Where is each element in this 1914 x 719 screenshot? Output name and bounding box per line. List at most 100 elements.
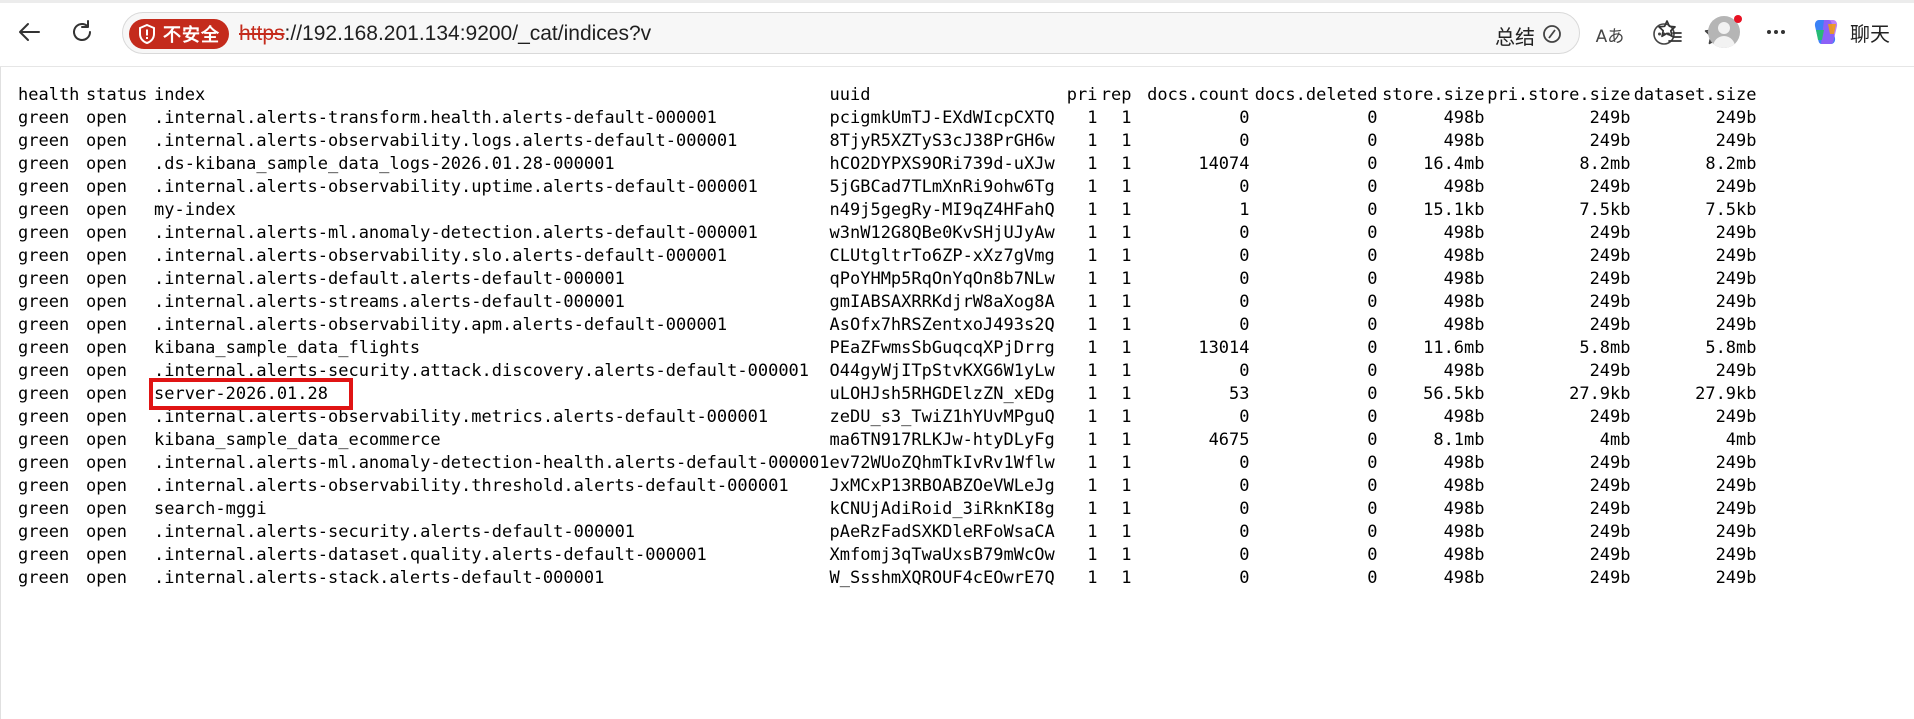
table-header-row: health status index uuid pri rep docs.co… <box>18 84 1757 107</box>
cell-status: open <box>86 545 127 565</box>
cell-pri-store-size: 249b <box>1589 361 1631 381</box>
address-bar[interactable]: 不安全 https://192.168.201.134:9200/_cat/in… <box>122 12 1728 54</box>
cell-index: .ds-kibana_sample_data_logs-2026.01.28-0… <box>154 154 615 174</box>
table-row: green open kibana_sample_data_ecommerce ma6… <box>18 429 1757 452</box>
cell-status: open <box>86 338 127 358</box>
cell-pri: 1 <box>1087 430 1098 450</box>
cell-docs-deleted: 0 <box>1367 315 1378 335</box>
cell-pri-store-size: 249b <box>1589 246 1631 266</box>
cell-index: .internal.alerts-observability.threshold… <box>154 476 789 496</box>
header-index: index <box>154 85 206 105</box>
cell-store-size: 498b <box>1443 476 1485 496</box>
settings-more-button[interactable] <box>1758 14 1794 50</box>
cell-pri: 1 <box>1087 246 1098 266</box>
cell-pri-store-size: 249b <box>1589 407 1631 427</box>
shield-warning-icon <box>137 24 157 44</box>
cell-docs-count: 13014 <box>1198 338 1250 358</box>
cell-rep: 1 <box>1121 361 1132 381</box>
cell-pri: 1 <box>1087 476 1098 496</box>
cell-index: .internal.alerts-streams.alerts-default-… <box>154 292 625 312</box>
cell-store-size: 498b <box>1443 407 1485 427</box>
favorites-button[interactable] <box>1652 14 1688 50</box>
cell-status: open <box>86 568 127 588</box>
cell-dataset-size: 249b <box>1715 177 1757 197</box>
cell-uuid: ev72WUoZQhmTkIvRv1Wflw <box>829 453 1055 473</box>
url-scheme: https <box>239 22 285 45</box>
cell-dataset-size: 249b <box>1715 246 1757 266</box>
cell-pri: 1 <box>1087 200 1098 220</box>
table-row: green open kibana_sample_data_flights PEaZF… <box>18 337 1757 360</box>
cell-pri: 1 <box>1087 453 1098 473</box>
cell-docs-deleted: 0 <box>1367 292 1378 312</box>
cell-rep: 1 <box>1121 499 1132 519</box>
cell-store-size: 498b <box>1443 108 1485 128</box>
cell-docs-deleted: 0 <box>1367 568 1378 588</box>
cell-docs-count: 0 <box>1239 361 1250 381</box>
table-row: green open .internal.alerts-ml.anomaly-det… <box>18 452 1757 475</box>
cell-health: green <box>18 545 70 565</box>
header-uuid: uuid <box>829 85 871 105</box>
cell-pri-store-size: 249b <box>1589 131 1631 151</box>
cell-health: green <box>18 430 70 450</box>
cell-pri: 1 <box>1087 154 1098 174</box>
cell-pri-store-size: 249b <box>1589 108 1631 128</box>
cell-docs-deleted: 0 <box>1367 108 1378 128</box>
cell-status: open <box>86 407 127 427</box>
cell-docs-count: 0 <box>1239 568 1250 588</box>
table-row: green open .internal.alerts-stack.alerts-d… <box>18 567 1757 590</box>
cell-health: green <box>18 499 70 519</box>
cell-dataset-size: 249b <box>1715 108 1757 128</box>
table-row: green open .internal.alerts-security.alert… <box>18 521 1757 544</box>
read-aloud-icon[interactable]: Aあ <box>1593 21 1627 47</box>
url-text[interactable]: https://192.168.201.134:9200/_cat/indice… <box>239 22 651 46</box>
cell-health: green <box>18 315 70 335</box>
table-row: green open .internal.alerts-dataset.qualit… <box>18 544 1757 567</box>
not-secure-badge[interactable]: 不安全 <box>129 19 229 49</box>
cell-pri: 1 <box>1087 315 1098 335</box>
header-dataset-size: dataset.size <box>1633 85 1757 105</box>
table-body: green open .internal.alerts-transform.heal… <box>18 107 1757 590</box>
cell-docs-count: 0 <box>1239 131 1250 151</box>
table-row: green open .internal.alerts-observability.… <box>18 314 1757 337</box>
cell-uuid: gmIABSAXRRKdjrW8aXog8A <box>829 292 1055 312</box>
cell-dataset-size: 249b <box>1715 269 1757 289</box>
table-row: green open search-mggi kCNUjAdiRoid_3iRknKI… <box>18 498 1757 521</box>
cell-index: .internal.alerts-dataset.quality.alerts-… <box>154 545 707 565</box>
cell-pri-store-size: 249b <box>1589 545 1631 565</box>
refresh-button[interactable] <box>64 14 100 50</box>
back-button[interactable] <box>12 14 48 50</box>
cell-pri: 1 <box>1087 177 1098 197</box>
cell-docs-count: 0 <box>1239 177 1250 197</box>
cell-rep: 1 <box>1121 154 1132 174</box>
cell-status: open <box>86 292 127 312</box>
cell-uuid: pcigmkUmTJ-EXdWIcpCXTQ <box>829 108 1055 128</box>
cell-store-size: 498b <box>1443 568 1485 588</box>
cell-status: open <box>86 200 127 220</box>
cell-status: open <box>86 246 127 266</box>
cell-uuid: Xmfomj3qTwaUxsB79mWcOw <box>829 545 1055 565</box>
cell-docs-deleted: 0 <box>1367 177 1378 197</box>
page-content: health status index uuid pri rep docs.co… <box>0 67 1914 719</box>
cell-pri-store-size: 249b <box>1589 315 1631 335</box>
cell-store-size: 498b <box>1443 315 1485 335</box>
cell-rep: 1 <box>1121 338 1132 358</box>
cell-pri: 1 <box>1087 384 1098 404</box>
cell-index: my-index <box>154 200 236 220</box>
cell-pri: 1 <box>1087 361 1098 381</box>
cell-pri: 1 <box>1087 108 1098 128</box>
cell-rep: 1 <box>1121 315 1132 335</box>
cell-status: open <box>86 361 127 381</box>
profile-button[interactable] <box>1706 14 1742 50</box>
cell-health: green <box>18 361 70 381</box>
cell-rep: 1 <box>1121 108 1132 128</box>
refresh-icon <box>73 20 91 41</box>
cell-rep: 1 <box>1121 223 1132 243</box>
summarize-label[interactable]: 总结 <box>1495 21 1535 50</box>
copilot-chat-button[interactable]: 聊天 <box>1810 14 1890 50</box>
cell-dataset-size: 249b <box>1715 361 1757 381</box>
back-arrow-icon <box>19 23 40 41</box>
cell-docs-count: 0 <box>1239 545 1250 565</box>
cell-dataset-size: 249b <box>1715 407 1757 427</box>
cell-store-size: 498b <box>1443 292 1485 312</box>
summarize-icon[interactable] <box>1539 21 1565 47</box>
